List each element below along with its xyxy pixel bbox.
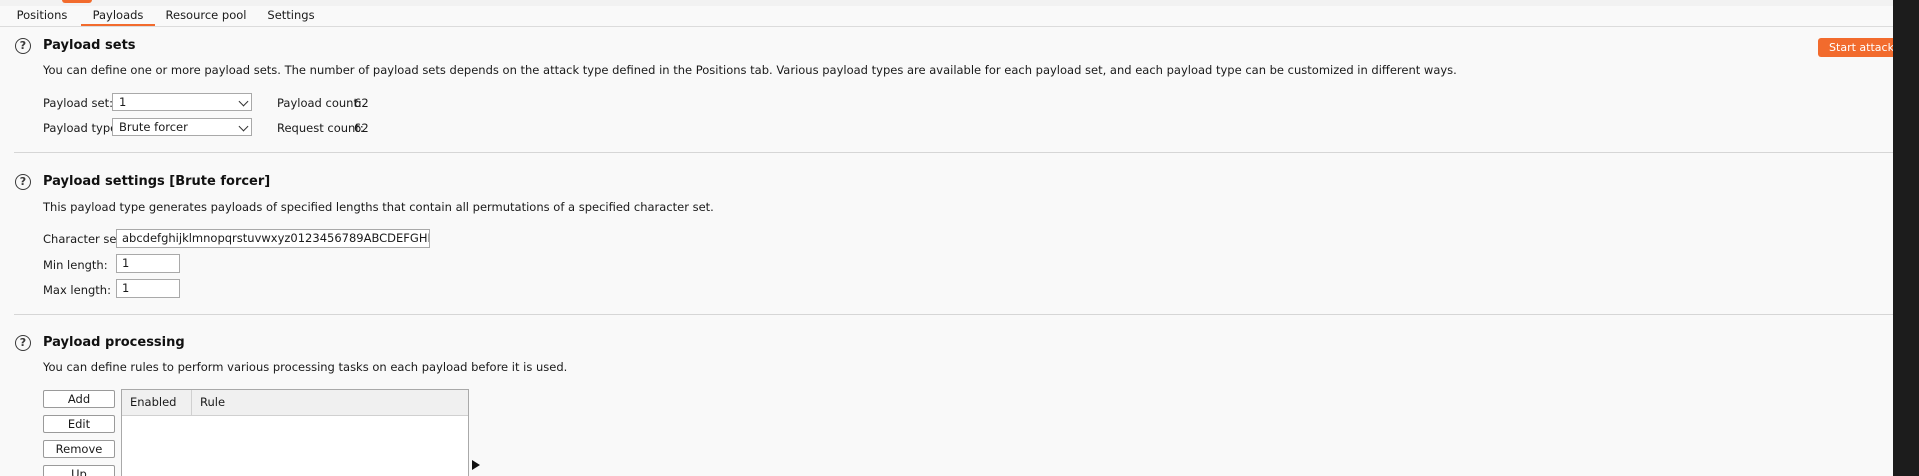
max-length-field[interactable]: 1 [116,279,180,298]
tab-positions[interactable]: Positions [8,6,76,26]
edit-rule-button[interactable]: Edit [43,415,115,433]
start-attack-button[interactable]: Start attack [1818,38,1893,57]
active-tab-indicator [62,0,92,3]
payload-settings-description: This payload type generates payloads of … [43,200,714,214]
payload-set-value: 1 [119,95,127,109]
payload-type-select[interactable]: Brute forcer [112,118,252,136]
processing-rules-table[interactable]: Enabled Rule [121,389,469,476]
payload-sets-title: Payload sets [43,38,136,53]
chevron-down-icon [238,121,249,132]
move-up-button[interactable]: Up [43,465,115,476]
section-divider [14,314,1893,315]
character-set-field[interactable]: abcdefghijklmnopqrstuvwxyz0123456789ABCD… [116,229,430,248]
add-rule-button[interactable]: Add [43,390,115,408]
column-header-enabled[interactable]: Enabled [122,390,192,415]
request-count-value: 62 [354,121,369,135]
payload-set-select[interactable]: 1 [112,93,252,111]
payload-count-label: Payload count: [277,96,362,110]
section-divider [14,152,1893,153]
remove-rule-button[interactable]: Remove [43,440,115,458]
request-count-label: Request count: [277,121,364,135]
tab-resource-pool[interactable]: Resource pool [162,6,250,26]
max-length-label: Max length: [43,283,111,297]
payload-sets-description: You can define one or more payload sets.… [43,63,1457,77]
tab-payloads[interactable]: Payloads [81,6,155,26]
min-length-label: Min length: [43,258,108,272]
payload-settings-title: Payload settings [Brute forcer] [43,174,271,189]
payload-count-value: 62 [354,96,369,110]
column-header-rule[interactable]: Rule [192,390,468,415]
tab-settings[interactable]: Settings [258,6,324,26]
min-length-field[interactable]: 1 [116,254,180,273]
intruder-payloads-panel: Positions Payloads Resource pool Setting… [0,0,1893,476]
character-set-label: Character set: [43,232,125,246]
expand-arrow-icon[interactable] [472,460,480,470]
payload-processing-description: You can define rules to perform various … [43,360,568,374]
help-icon[interactable]: ? [15,174,31,190]
payload-type-label: Payload type: [43,121,122,135]
sub-tab-bar: Positions Payloads Resource pool Setting… [0,6,1893,27]
payload-type-value: Brute forcer [119,120,188,134]
help-icon[interactable]: ? [15,38,31,54]
chevron-down-icon [238,96,249,107]
payload-set-label: Payload set: [43,96,113,110]
help-icon[interactable]: ? [15,335,31,351]
payload-processing-title: Payload processing [43,335,185,350]
table-header: Enabled Rule [122,390,468,416]
